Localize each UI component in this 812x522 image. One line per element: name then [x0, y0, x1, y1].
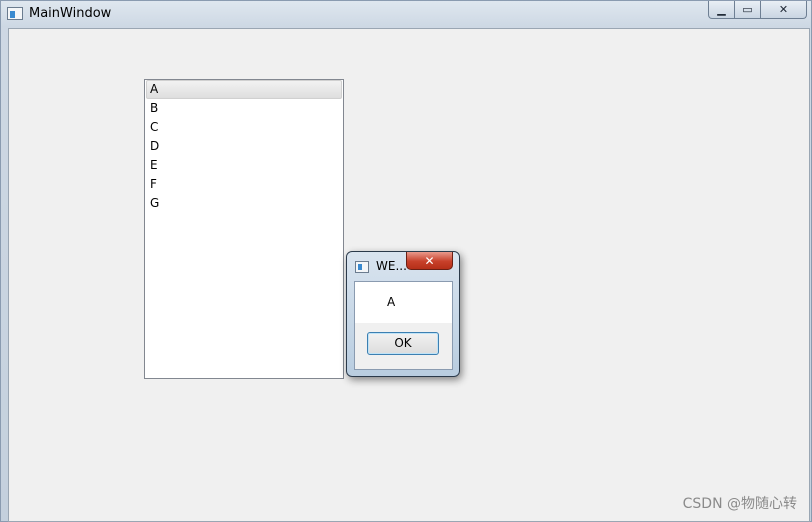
dialog-title: WE... [376, 259, 407, 273]
watermark: CSDN @物随心转 [682, 496, 797, 512]
list-item[interactable]: D [146, 137, 342, 156]
dialog-close-button[interactable]: ✕ [406, 252, 453, 270]
list-item[interactable]: B [146, 99, 342, 118]
main-window: MainWindow ▁ ▭ ✕ A B C D E F G WE... ✕ A… [0, 0, 812, 522]
minimize-icon: ▁ [717, 3, 726, 16]
window-controls: ▁ ▭ ✕ [708, 1, 807, 20]
app-window-icon [7, 7, 23, 20]
message-box-dialog: WE... ✕ A OK [346, 251, 460, 377]
dialog-button-bar: OK [355, 323, 452, 369]
close-icon: ✕ [424, 253, 435, 268]
list-box[interactable]: A B C D E F G [144, 79, 344, 379]
list-item[interactable]: G [146, 194, 342, 213]
list-item[interactable]: E [146, 156, 342, 175]
close-icon: ✕ [778, 3, 789, 16]
dialog-body: A OK [354, 281, 453, 370]
list-item[interactable]: C [146, 118, 342, 137]
minimize-button[interactable]: ▁ [708, 1, 735, 19]
window-title: MainWindow [29, 6, 112, 21]
ok-button[interactable]: OK [367, 332, 439, 355]
dialog-message: A [387, 295, 396, 309]
list-item[interactable]: A [146, 80, 342, 99]
list-item[interactable]: F [146, 175, 342, 194]
dialog-window-icon [355, 261, 369, 273]
close-button[interactable]: ✕ [761, 1, 807, 19]
title-bar[interactable]: MainWindow ▁ ▭ ✕ [1, 1, 811, 27]
maximize-button[interactable]: ▭ [735, 1, 761, 19]
maximize-icon: ▭ [742, 3, 753, 16]
